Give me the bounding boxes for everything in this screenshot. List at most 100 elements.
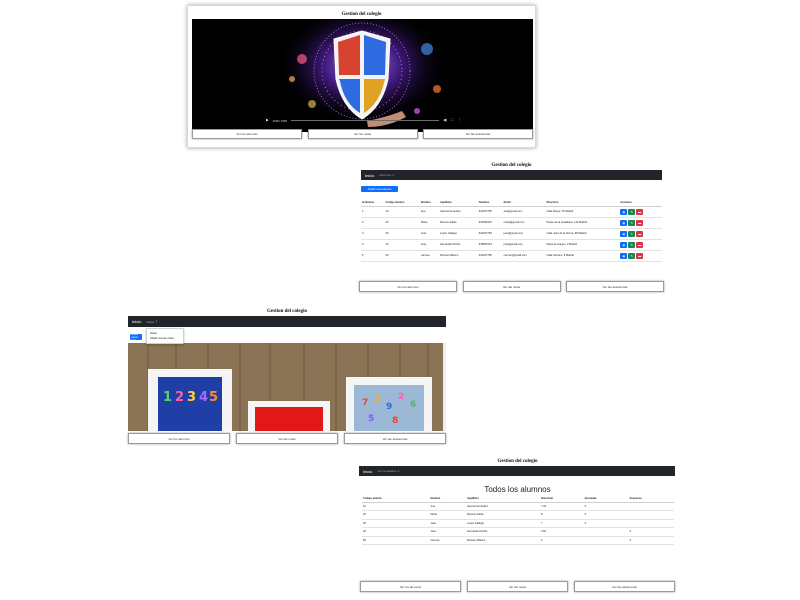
actions-cell: ◉ ✎ ▬ <box>619 217 662 229</box>
table-cell: 20 <box>384 217 420 229</box>
attendance-button[interactable]: Ver las asistencias <box>574 581 675 592</box>
table-cell: Carmen <box>419 250 440 262</box>
attendance-button[interactable]: Ver las asistencias <box>423 129 533 139</box>
students-button[interactable]: Ver los alumnos <box>359 281 457 292</box>
view-button[interactable]: ◉ <box>620 230 628 237</box>
page-title: Gestion del colegio <box>491 163 532 168</box>
table-cell: Carmen <box>429 536 467 545</box>
row-actions: ◉ ✎ ▬ <box>620 219 662 226</box>
table-cell: Ana <box>429 502 467 511</box>
actions-cell: ◉ ✎ ▬ <box>619 239 662 251</box>
table-cell: Moreno Arillas <box>439 217 478 229</box>
footer-nav: Ver los alumnos Ver las notas Ver las as… <box>192 129 533 139</box>
nav-students-label: Alumnos <box>379 173 392 177</box>
table-cell: 40 <box>384 239 420 251</box>
table-cell: 604327759 <box>477 228 503 240</box>
table-cell: 30 <box>384 228 420 240</box>
column-header: Nota final <box>539 495 584 503</box>
view-button[interactable]: ◉ <box>620 252 628 259</box>
add-grade-button[interactable]: Añadir nueva nota <box>130 334 142 340</box>
table-cell: Garcia Fernandez <box>439 206 478 218</box>
table-cell: 604327758 <box>477 250 503 262</box>
view-button[interactable]: ◉ <box>620 208 628 215</box>
table-cell: Calle Juan de la Cierva, 98 Madrid <box>545 228 620 240</box>
play-icon[interactable]: ▶ <box>266 118 269 123</box>
delete-button[interactable]: ▬ <box>636 241 644 248</box>
scrollbar[interactable] <box>443 343 446 431</box>
chevron-down-icon: ▼ <box>392 173 395 177</box>
actions-cell: ◉ ✎ ▬ <box>619 250 662 262</box>
edit-button[interactable]: ✎ <box>628 241 636 248</box>
delete-button[interactable]: ▬ <box>636 219 644 226</box>
trash-icon: ▬ <box>638 231 642 236</box>
table-cell: 40 <box>362 527 430 537</box>
nav-home-link[interactable]: Inicio <box>365 173 374 178</box>
grades-dropdown-menu: Notas Añadir nuevas notas <box>146 328 184 344</box>
nav-grades-dropdown[interactable]: Notas ▼ <box>146 320 157 324</box>
volume-icon[interactable]: ◀) <box>443 118 447 123</box>
column-header: Nombre <box>419 199 440 207</box>
table-cell: 1 <box>361 206 385 218</box>
video-progress-bar[interactable] <box>290 120 440 121</box>
fullscreen-icon[interactable]: ⛶ <box>451 118 453 123</box>
table-cell: X <box>628 527 674 537</box>
column-header: Codigo alumno <box>362 495 430 503</box>
students-button[interactable]: Ver los alumnos <box>128 433 230 444</box>
add-student-button[interactable]: Añadir nuevo alumno <box>361 186 398 192</box>
svg-text:6: 6 <box>410 400 416 410</box>
table-row: 1 10 Ana Garcia Fernandez 604327765 ana@gmail… <box>361 206 662 218</box>
students-table-screenshot: Gestion del colegio Inicio Alumnos ▼ Aña… <box>357 157 666 293</box>
edit-button[interactable]: ✎ <box>628 219 636 226</box>
delete-button[interactable]: ▬ <box>636 252 644 259</box>
students-button[interactable]: Ver los alumnos <box>192 129 302 139</box>
grades-button[interactable]: Ver las notas <box>236 433 338 444</box>
delete-button[interactable]: ▬ <box>636 230 644 237</box>
row-actions: ◉ ✎ ▬ <box>620 230 662 237</box>
table-cell: Juan <box>429 519 467 528</box>
nav-students-dropdown[interactable]: Alumnos ▼ <box>379 173 394 177</box>
view-button[interactable]: ◉ <box>620 219 628 226</box>
table-row: 10 Ana Garcia Fernandez 7.33 X <box>362 502 674 511</box>
column-header: Suspenso <box>628 495 674 503</box>
dropdown-item-add-grades[interactable]: Añadir nuevas notas <box>150 336 180 341</box>
video-player[interactable]: ▶ 0:00 / 0:50 ◀) ⛶ ⋮ <box>192 19 533 132</box>
view-button[interactable]: ◉ <box>620 241 628 248</box>
more-options-icon[interactable]: ⋮ <box>458 118 462 123</box>
column-header: Apellidos <box>466 495 540 503</box>
table-cell: Juan <box>419 228 440 240</box>
grades-button[interactable]: Ver las notas <box>307 129 418 139</box>
actions-cell: ◉ ✎ ▬ <box>619 206 662 218</box>
column-header: Acciones <box>619 199 662 207</box>
table-cell: Lopez Gallego <box>439 228 478 240</box>
column-header: Telefono <box>477 199 503 207</box>
nav-results-dropdown[interactable]: Ver resultados ▼ <box>377 469 400 473</box>
table-cell: maria@gmail.com <box>502 217 546 229</box>
nav-home-link[interactable]: Inicio <box>363 469 372 474</box>
table-row: 20 Maria Moreno Arillas 8 X <box>362 510 674 520</box>
students-button[interactable]: Ver los alumnos <box>360 581 461 592</box>
grades-button[interactable]: Ver las notas <box>467 581 568 592</box>
attendance-button[interactable]: Ver las asistencias <box>566 281 664 292</box>
column-header: Codigo alumno <box>384 199 420 207</box>
table-row: 2 20 Maria Moreno Arillas 678452315 maria@gma… <box>361 217 662 229</box>
grades-button[interactable]: Ver las notas <box>462 281 561 292</box>
table-cell: 30 <box>362 519 430 528</box>
trash-icon: ▬ <box>638 253 642 258</box>
table-cell <box>628 519 674 528</box>
table-cell: 7.33 <box>539 502 584 511</box>
numbers-photo: 1 2 3 4 5 7 3 9 2 6 5 8 <box>128 343 446 431</box>
delete-button[interactable]: ▬ <box>636 208 644 215</box>
table-cell: 5 <box>361 250 385 262</box>
attendance-button[interactable]: Ver las asistencias <box>344 433 446 444</box>
edit-button[interactable]: ✎ <box>628 252 636 259</box>
table-cell: jose@gmail.com <box>502 239 546 251</box>
table-cell: Montero Blanco <box>439 250 478 262</box>
row-actions: ◉ ✎ ▬ <box>620 252 662 259</box>
edit-button[interactable]: ✎ <box>628 230 636 237</box>
svg-text:3: 3 <box>374 394 380 404</box>
edit-button[interactable]: ✎ <box>628 208 636 215</box>
nav-home-link[interactable]: Inicio <box>132 319 141 324</box>
table-cell: Montero Blanco <box>466 536 540 545</box>
nav-results-label: Ver resultados <box>377 469 397 473</box>
page-title: Gestion del colegio <box>497 459 538 464</box>
